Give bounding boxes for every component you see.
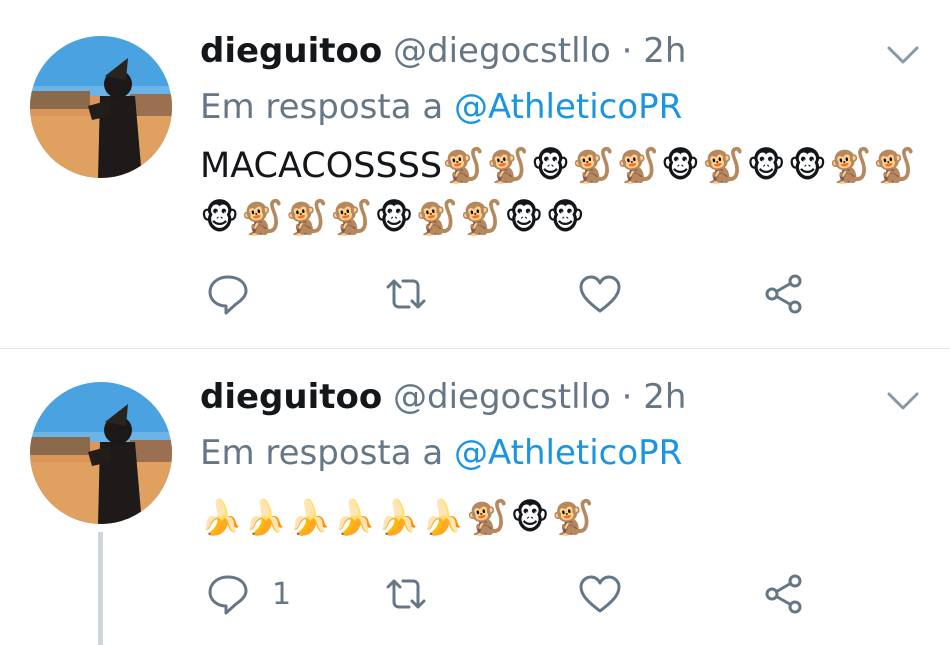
mention-link[interactable]: @AthleticoPR [454, 87, 682, 127]
tweet-text: MACACOSSSS🐒🐒🐵🐒🐒🐵🐒🐵🐵🐒🐒🐵🐒🐒🐒🐵🐒🐒🐵🐵 [200, 140, 920, 244]
share-button[interactable] [762, 572, 806, 616]
action-bar [0, 268, 950, 324]
tweet[interactable]: dieguitoo @diegocstllo · 2h Em resposta … [0, 349, 950, 645]
like-button[interactable] [578, 272, 622, 316]
retweet-icon [386, 279, 426, 309]
user-handle[interactable]: @diegocstllo [393, 377, 611, 417]
tweet-text-content: MACACOSSSS [200, 146, 443, 186]
share-icon [765, 274, 802, 314]
share-button[interactable] [762, 272, 806, 316]
tweet-header: dieguitoo @diegocstllo · 2h [200, 374, 686, 420]
heart-icon [579, 275, 621, 313]
tweet-text: 🍌🍌🍌🍌🍌🍌🐒🐵🐒 [200, 492, 920, 544]
avatar-photo [30, 382, 172, 524]
chevron-down-icon[interactable] [886, 390, 920, 412]
display-name[interactable]: dieguitoo [200, 377, 382, 417]
retweet-button[interactable] [384, 572, 428, 616]
mention-link[interactable]: @AthleticoPR [454, 433, 682, 473]
tweet-header: dieguitoo @diegocstllo · 2h [200, 28, 686, 74]
retweet-button[interactable] [384, 272, 428, 316]
action-bar: 1 [0, 568, 950, 624]
reply-context: Em resposta a @AthleticoPR [200, 84, 682, 130]
reply-count: 1 [272, 576, 292, 612]
timestamp[interactable]: 2h [643, 377, 686, 417]
reply-context: Em resposta a @AthleticoPR [200, 430, 682, 476]
reply-prefix: Em resposta a [200, 433, 444, 473]
separator-dot: · [621, 31, 633, 71]
avatar[interactable] [30, 382, 172, 524]
reply-button[interactable] [206, 272, 272, 316]
share-icon [765, 574, 802, 614]
timestamp[interactable]: 2h [643, 31, 686, 71]
avatar[interactable] [30, 36, 172, 178]
reply-button[interactable]: 1 [206, 572, 291, 616]
heart-icon [579, 575, 621, 613]
like-button[interactable] [578, 572, 622, 616]
display-name[interactable]: dieguitoo [200, 31, 382, 71]
reply-prefix: Em resposta a [200, 87, 444, 127]
retweet-icon [386, 579, 426, 609]
reply-icon [208, 575, 248, 615]
reply-icon [208, 275, 248, 315]
user-handle[interactable]: @diegocstllo [393, 31, 611, 71]
avatar-photo [30, 36, 172, 178]
tweet[interactable]: dieguitoo @diegocstllo · 2h Em resposta … [0, 0, 950, 348]
tweet-emojis: 🍌🍌🍌🍌🍌🍌🐒🐵🐒 [200, 498, 596, 538]
separator-dot: · [621, 377, 633, 417]
chevron-down-icon[interactable] [886, 44, 920, 66]
